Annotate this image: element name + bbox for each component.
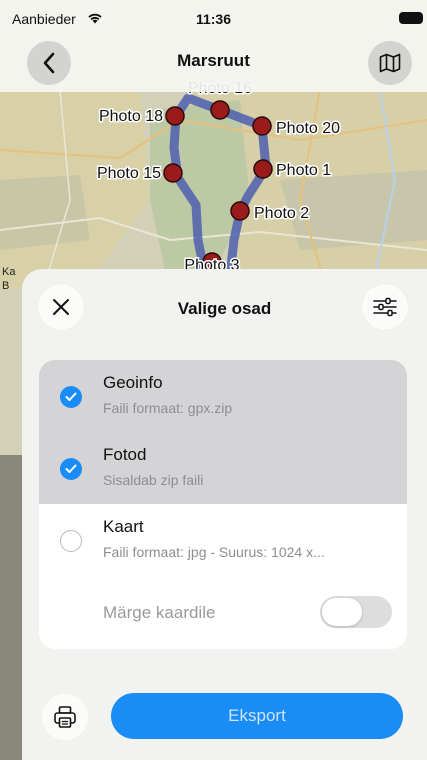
photo-marker[interactable] — [252, 116, 272, 136]
marker-toggle-switch[interactable] — [320, 596, 392, 628]
option-description: Faili formaat: jpg - Suurus: 1024 x... — [103, 544, 325, 560]
photo-marker-label: Photo 15 — [97, 165, 161, 182]
battery-icon — [399, 12, 423, 24]
sliders-icon — [373, 297, 397, 317]
navigation-bar: Marsruut — [0, 34, 427, 92]
option-geoinfo[interactable]: Geoinfo Faili formaat: gpx.zip — [39, 360, 407, 432]
settings-button[interactable] — [362, 284, 408, 330]
export-button[interactable]: Eksport — [111, 693, 403, 739]
photo-marker[interactable] — [210, 100, 230, 120]
photo-marker-label: Photo 18 — [99, 108, 163, 125]
option-description: Faili formaat: gpx.zip — [103, 400, 233, 416]
options-list: Geoinfo Faili formaat: gpx.zip Fotod Sis… — [39, 360, 407, 649]
printer-icon — [54, 706, 76, 728]
photo-marker[interactable] — [165, 106, 185, 126]
map-icon — [379, 53, 401, 73]
status-bar: Aanbieder 11:36 — [0, 0, 427, 34]
marker-toggle-label: Märge kaardile — [103, 603, 216, 622]
export-sheet: Valige osad Geoinfo Faili formaat: gpx.z… — [22, 269, 427, 760]
photo-marker-label: Photo 1 — [276, 162, 331, 179]
map-style-button[interactable] — [368, 41, 412, 85]
map-attribution: B — [2, 280, 9, 292]
photo-marker[interactable] — [230, 201, 250, 221]
checkmark-icon — [60, 386, 82, 408]
option-name: Geoinfo — [103, 373, 163, 392]
print-button[interactable] — [42, 694, 88, 740]
clock: 11:36 — [195, 11, 232, 27]
photo-marker-label: Photo 20 — [276, 120, 340, 137]
option-fotod[interactable]: Fotod Sisaldab zip faili — [39, 432, 407, 504]
toggle-knob — [322, 598, 362, 626]
option-name: Fotod — [103, 445, 147, 464]
map-attribution: Ka — [2, 266, 16, 278]
option-kaart[interactable]: Kaart Faili formaat: jpg - Suurus: 1024 … — [39, 504, 407, 576]
empty-circle-icon — [60, 530, 82, 552]
page-title: Marsruut — [177, 51, 250, 70]
option-name: Kaart — [103, 517, 144, 536]
checkmark-icon — [60, 458, 82, 480]
option-description: Sisaldab zip faili — [103, 472, 204, 488]
photo-marker-label: Photo 2 — [254, 205, 309, 222]
photo-marker[interactable] — [253, 159, 273, 179]
marker-toggle-row: Märge kaardile — [39, 576, 407, 649]
photo-marker[interactable] — [163, 163, 183, 183]
